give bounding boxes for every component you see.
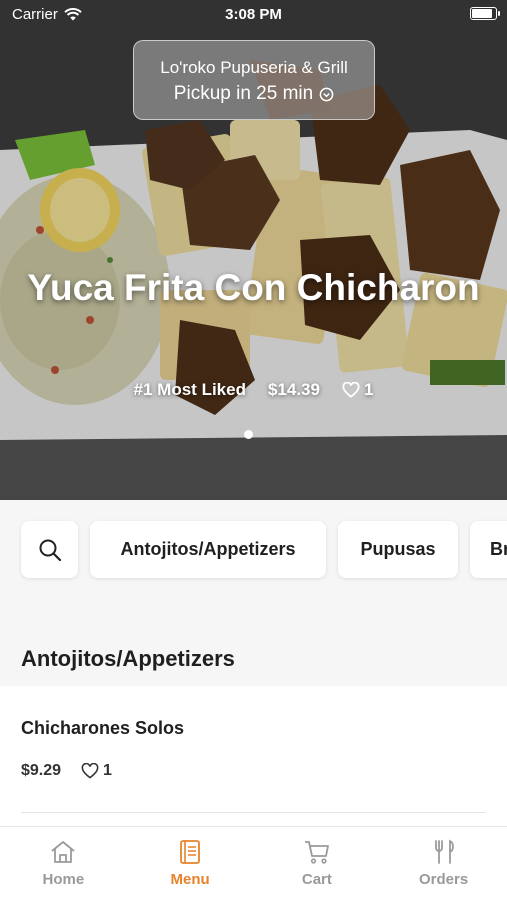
category-chip-partial[interactable]: Br: [470, 521, 507, 578]
search-icon: [39, 539, 61, 561]
cart-icon: [304, 841, 329, 864]
tab-cart[interactable]: Cart: [254, 827, 381, 900]
category-bar: Antojitos/Appetizers Pupusas Br: [0, 500, 507, 600]
divider: [21, 812, 486, 813]
status-bar: Carrier 3:08 PM: [0, 0, 507, 30]
menu-book-icon: [180, 840, 201, 864]
carousel-page-indicator[interactable]: [244, 430, 253, 439]
battery-level: [472, 9, 492, 18]
featured-hero[interactable]: Carrier 3:08 PM Lo'roko Pupuseria & Gril…: [0, 0, 507, 500]
tab-cart-label: Cart: [301, 871, 332, 888]
search-button[interactable]: [21, 521, 78, 578]
featured-likes-count: 1: [363, 380, 374, 399]
restaurant-name: Lo'roko Pupuseria & Grill: [160, 58, 348, 77]
menu-item-likes-count: 1: [103, 762, 112, 779]
menu-item[interactable]: Chicharones Solos $9.29 1: [0, 686, 507, 826]
pickup-time-label: Pickup in 25 min: [173, 83, 314, 104]
home-icon: [51, 841, 75, 863]
menu-item-likes[interactable]: 1: [81, 762, 112, 780]
fork-knife-icon: [434, 839, 454, 864]
tab-menu[interactable]: Menu: [127, 827, 254, 900]
pickup-selector[interactable]: Lo'roko Pupuseria & Grill Pickup in 25 m…: [133, 40, 375, 120]
tab-orders[interactable]: Orders: [380, 827, 507, 900]
featured-meta: #1 Most Liked $14.39 1: [0, 380, 507, 400]
heart-icon: [342, 382, 360, 398]
section-title: Antojitos/Appetizers: [21, 646, 235, 671]
heart-icon: [81, 763, 99, 779]
featured-price: $14.39: [267, 380, 320, 399]
menu-item-price: $9.29: [21, 762, 62, 779]
menu-item-meta: $9.29 1: [21, 762, 112, 780]
tab-home-label: Home: [42, 871, 85, 888]
menu-item-name: Chicharones Solos: [21, 718, 185, 738]
featured-badge: #1 Most Liked: [133, 380, 246, 399]
featured-likes: 1: [342, 380, 373, 400]
category-chip-pupusas[interactable]: Pupusas: [338, 521, 458, 578]
tab-home[interactable]: Home: [0, 827, 127, 900]
battery-icon: [470, 7, 500, 20]
tab-menu-label: Menu: [170, 871, 210, 888]
tab-orders-label: Orders: [419, 871, 469, 888]
chevron-down-circle-icon: [319, 87, 334, 101]
pickup-time-row: Pickup in 25 min: [134, 83, 374, 105]
status-time: 3:08 PM: [225, 6, 282, 23]
featured-title: Yuca Frita Con Chicharon: [27, 267, 480, 308]
app-screen: Carrier 3:08 PM Lo'roko Pupuseria & Gril…: [0, 0, 507, 900]
category-chip-appetizers[interactable]: Antojitos/Appetizers: [90, 521, 326, 578]
bottom-tab-bar: Home Menu Cart Orders: [0, 826, 507, 900]
